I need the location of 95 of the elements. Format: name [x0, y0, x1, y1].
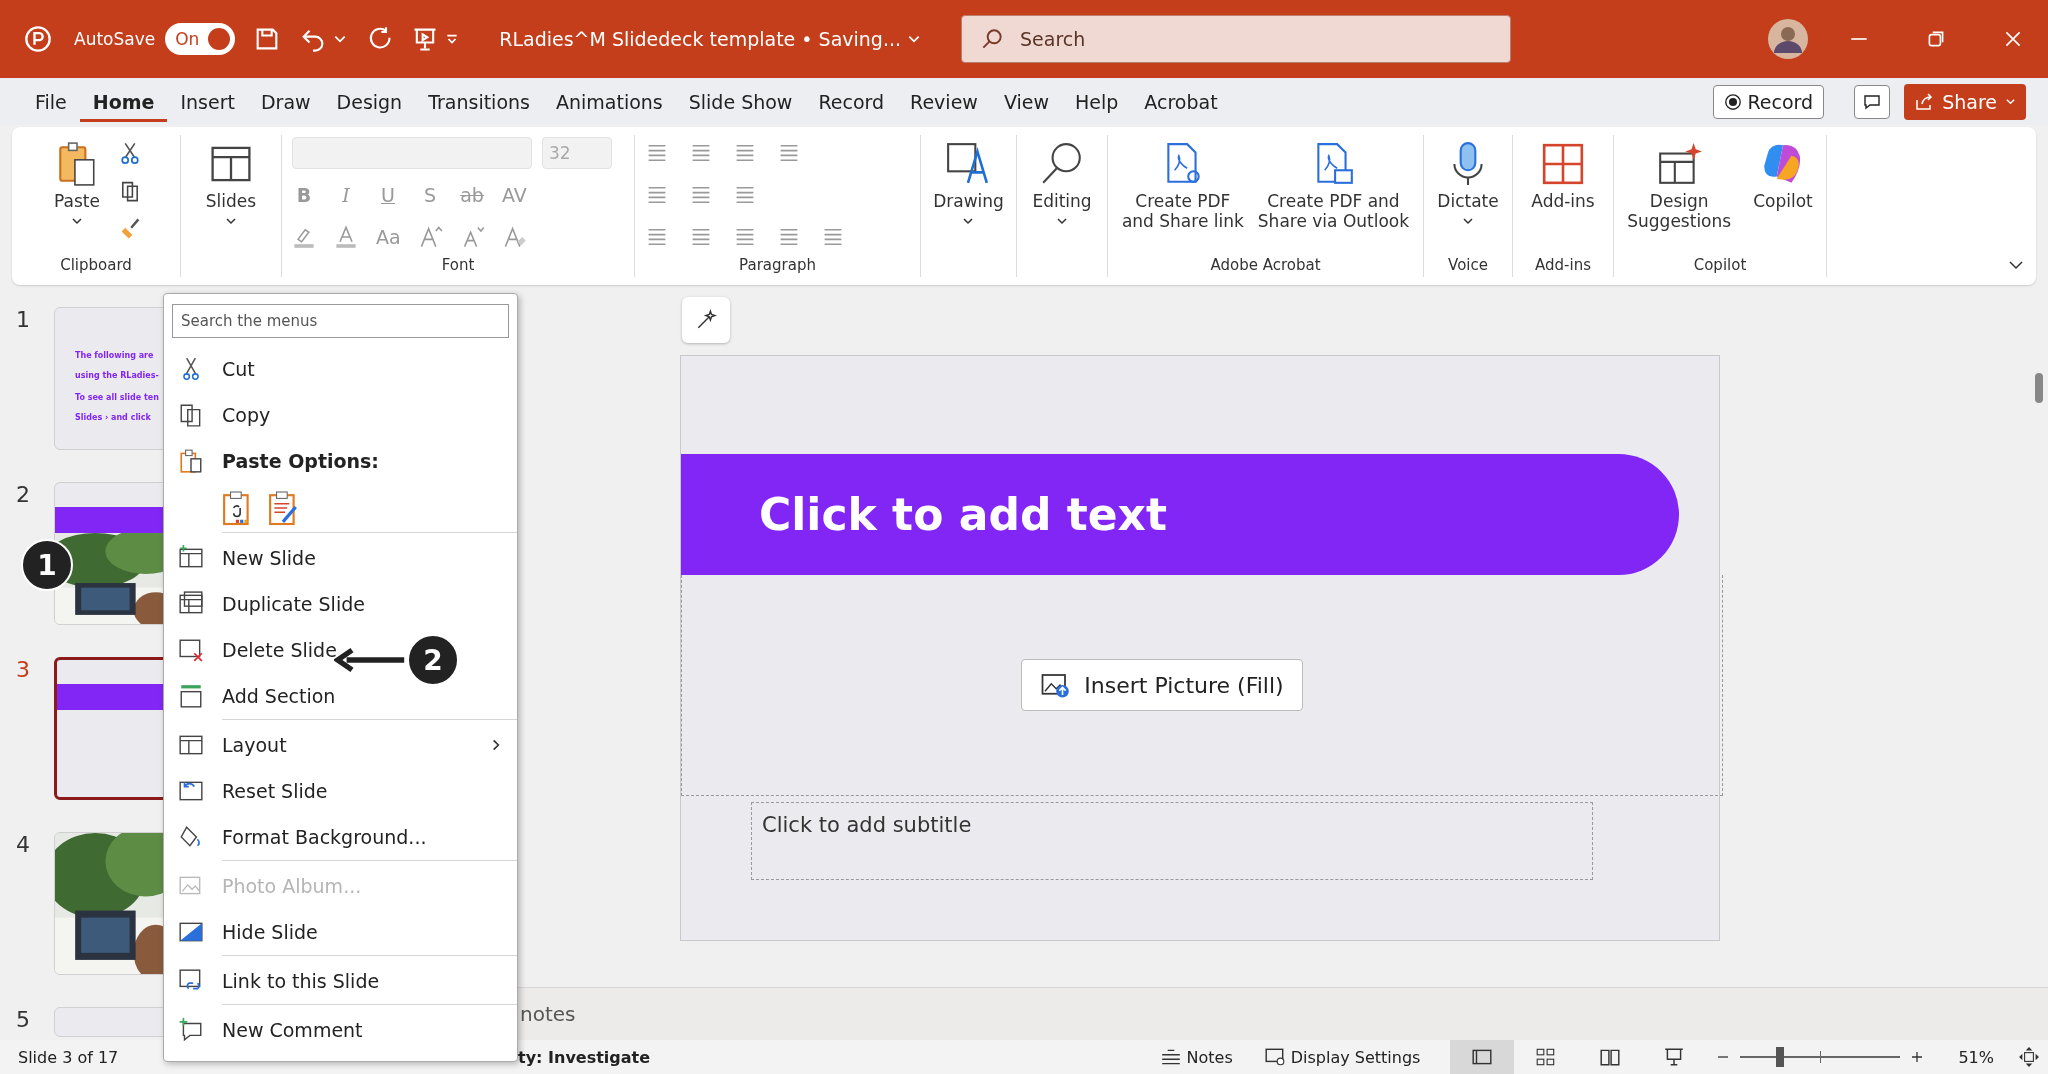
slide-number: 3	[15, 657, 30, 682]
copilot-button[interactable]: Copilot	[1749, 137, 1817, 214]
step-badge: 1	[21, 539, 73, 591]
ribbon-tab[interactable]: Home	[79, 81, 168, 122]
clear-formatting-icon[interactable]	[502, 225, 527, 249]
menu-item[interactable]: Delete Slide	[164, 627, 343, 673]
ribbon-tab[interactable]: Help	[1061, 81, 1132, 122]
zoom-slider[interactable]	[1740, 1047, 1901, 1067]
monitor-icon	[1262, 1046, 1287, 1068]
group-label: Paragraph	[739, 256, 816, 274]
comment-icon	[178, 1017, 204, 1043]
magic-wand-icon	[695, 309, 717, 331]
menu-item[interactable]: New Comment	[164, 1007, 369, 1053]
slide-number: 1	[15, 307, 30, 332]
font-color-icon[interactable]	[334, 225, 358, 249]
menu-item[interactable]: Hide Slide	[164, 909, 324, 955]
group-label: Clipboard	[60, 256, 132, 274]
group-label: Voice	[1448, 256, 1488, 274]
picture-placeholder[interactable]: Insert Picture (Fill)	[681, 575, 1723, 796]
thumbnail-text: Slides › and click	[75, 412, 151, 424]
paste-button[interactable]: Paste	[50, 137, 104, 230]
create-pdf-button[interactable]: Create PDF and Share link	[1121, 137, 1244, 234]
clipboard-icon	[178, 448, 204, 474]
slide-count: Slide 3 of 17	[18, 1047, 120, 1067]
ribbon-tab[interactable]: Insert	[167, 81, 248, 122]
pointer-arrow	[334, 645, 406, 675]
dictate-button[interactable]: Dictate	[1433, 137, 1503, 230]
normal-view-icon[interactable]	[1450, 1040, 1515, 1074]
create-pdf-button[interactable]: Create PDF and Share via Outlook	[1257, 137, 1410, 234]
record-icon	[1723, 92, 1742, 111]
search-field[interactable]: Search	[961, 15, 1512, 63]
thumbnail-text: To see all slide ten	[75, 392, 159, 404]
autosave-toggle[interactable]: On	[165, 23, 236, 55]
menu-search-field[interactable]: Search the menus	[172, 304, 509, 338]
thumbnail-text: The following are	[75, 350, 154, 362]
ribbon-tab[interactable]: Acrobat	[1131, 81, 1231, 122]
notes-button[interactable]: Notes	[1158, 1046, 1233, 1068]
ribbon-tab[interactable]: Design	[323, 81, 416, 122]
menu-section-header: Paste Options:	[222, 450, 379, 472]
share-button[interactable]: Share	[1904, 83, 2026, 120]
design-suggestions-button[interactable]: Design Suggestions	[1623, 137, 1736, 234]
zoom-level[interactable]: 51%	[1958, 1047, 1994, 1067]
group-label: Copilot	[1693, 256, 1747, 274]
subtitle-placeholder[interactable]: Click to add subtitle	[751, 802, 1593, 880]
slides-button[interactable]: Slides	[201, 137, 261, 230]
document-title[interactable]: RLadies^M Slidedeck template • Saving...	[499, 28, 902, 50]
comments-button[interactable]	[1854, 84, 1891, 119]
grid-icon	[1540, 141, 1586, 187]
slide-canvas[interactable]: Click to add text Insert Picture (Fill) Click to add subtitle	[680, 355, 1720, 941]
slide-number: 2	[15, 482, 30, 507]
ribbon-tab[interactable]: View	[990, 81, 1062, 122]
share-icon	[1914, 91, 1935, 112]
ribbon-tab[interactable]: Slide Show	[675, 81, 806, 122]
menu-item[interactable]: Copy	[164, 392, 277, 438]
slide-number: 4	[15, 832, 30, 857]
menu-item[interactable]: Cut	[164, 346, 261, 392]
ribbon-tab[interactable]: Draw	[247, 81, 324, 122]
ribbon-tab[interactable]: Review	[897, 81, 991, 122]
ribbon-tab[interactable]: File	[22, 81, 80, 122]
ribbon-tab[interactable]: Transitions	[415, 81, 543, 122]
group-label: Font	[441, 256, 475, 274]
menu-item[interactable]: New Slide	[164, 535, 322, 581]
drawing-button[interactable]: Drawing	[929, 137, 1008, 230]
insert-picture-button[interactable]: Insert Picture (Fill)	[1021, 659, 1303, 711]
scissors-icon[interactable]	[118, 141, 142, 165]
avatar-icon[interactable]	[1768, 19, 1808, 59]
design-sparkle-icon	[1656, 141, 1703, 187]
thumbnail-text: using the RLadies-	[75, 370, 159, 382]
fit-to-window-icon[interactable]	[2018, 1046, 2040, 1068]
zoom-in-icon[interactable]	[1910, 1050, 1925, 1064]
grow-font-icon[interactable]	[418, 225, 443, 249]
accessibility-status[interactable]: ty: Investigate	[518, 1047, 651, 1067]
caret-icon	[2005, 96, 2016, 107]
title-placeholder[interactable]: Click to add text	[681, 454, 1679, 575]
group-label: Adobe Acrobat	[1210, 256, 1321, 274]
group-label: Add-ins	[1535, 256, 1591, 274]
menu-item[interactable]: Layout	[164, 722, 517, 768]
zoom-slider-thumb[interactable]	[1776, 1047, 1785, 1067]
record-button[interactable]: Record	[1712, 84, 1825, 119]
ribbon-tab[interactable]: Animations	[542, 81, 676, 122]
app-logo-icon	[24, 25, 52, 53]
autosave-label: AutoSave	[74, 29, 156, 49]
delete-slide-icon	[178, 637, 204, 663]
section-icon	[178, 683, 204, 709]
ribbon-tab[interactable]: Record	[805, 81, 898, 122]
customize-icon[interactable]	[445, 32, 460, 46]
menu-item[interactable]: Duplicate Slide	[164, 581, 371, 627]
display-settings-button[interactable]: Display Settings	[1262, 1046, 1421, 1068]
menu-item[interactable]: Format Background...	[164, 814, 433, 860]
designer-button[interactable]	[682, 297, 730, 343]
menu-item[interactable]: Reset Slide	[164, 768, 334, 814]
editing-button[interactable]: Editing	[1028, 137, 1096, 230]
menu-item[interactable]: Add Section	[164, 673, 342, 719]
add-ins-button[interactable]: Add-ins	[1527, 137, 1599, 214]
slide-number: 5	[15, 1007, 30, 1032]
